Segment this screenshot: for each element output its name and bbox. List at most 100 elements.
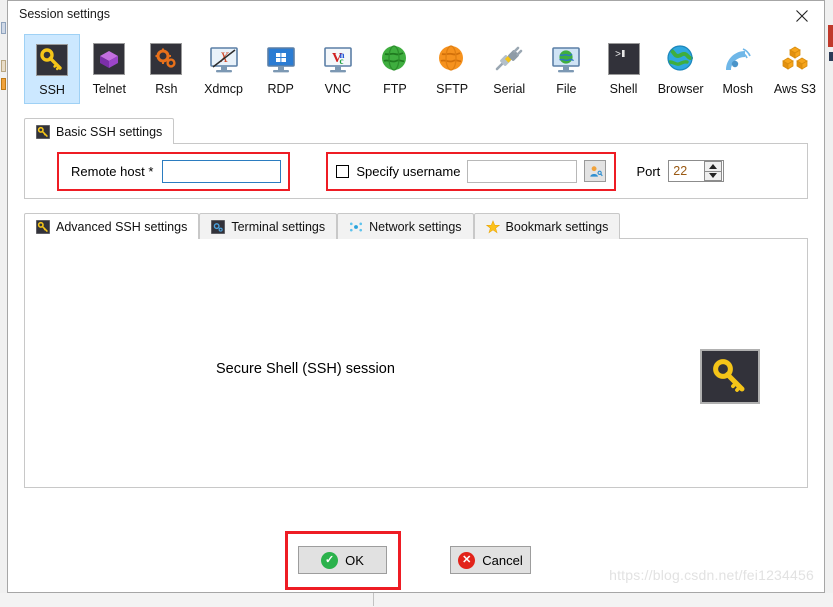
session-type-vnc[interactable]: V n c VNC — [310, 34, 366, 104]
remote-host-input[interactable] — [162, 159, 282, 183]
port-control: Port 22 — [636, 160, 725, 182]
check-circle-icon: ✓ — [321, 551, 339, 569]
cancel-button[interactable]: ✕ Cancel — [450, 546, 531, 574]
user-key-icon — [590, 165, 603, 177]
session-type-shell[interactable]: > Shell — [595, 34, 651, 104]
session-type-label: Mosh — [722, 82, 754, 96]
specify-username-checkbox[interactable] — [336, 164, 350, 178]
session-large-key-icon — [700, 349, 760, 404]
session-type-rsh[interactable]: Rsh — [138, 34, 194, 104]
session-type-telnet[interactable]: Telnet — [81, 34, 137, 104]
port-value: 22 — [673, 164, 688, 178]
close-button[interactable] — [779, 1, 824, 31]
session-type-ssh[interactable]: SSH — [24, 34, 81, 104]
key-icon — [36, 44, 69, 76]
tab-advanced-ssh-settings[interactable]: Advanced SSH settings — [24, 213, 200, 239]
port-spinner[interactable] — [704, 161, 723, 181]
session-type-label: Shell — [609, 82, 638, 96]
basic-settings-panel: Remote host * Specify username Port 22 — [24, 143, 808, 199]
window-title: Session settings — [19, 7, 111, 21]
background-app-right-sliver — [824, 0, 833, 607]
gears-icon — [150, 43, 183, 75]
background-icon-1 — [1, 22, 6, 34]
remote-host-label: Remote host * — [71, 163, 154, 179]
specify-username-label: Specify username — [356, 163, 461, 179]
ok-button-label: OK — [345, 552, 364, 568]
background-marker-dark — [829, 52, 833, 61]
svg-text:>: > — [615, 50, 621, 61]
session-type-xdmcp[interactable]: X Xdmcp — [195, 34, 251, 104]
aws-boxes-icon — [779, 43, 811, 75]
browser-globe-icon — [665, 43, 697, 75]
chevron-down-icon — [709, 173, 718, 179]
windows-monitor-icon — [265, 43, 297, 75]
session-type-label: FTP — [383, 82, 407, 96]
x-monitor-icon: X — [208, 43, 240, 75]
advanced-settings-group: Advanced SSH settings Terminal settings — [24, 213, 808, 488]
session-type-label: Aws S3 — [773, 82, 816, 96]
session-type-file[interactable]: File — [538, 34, 594, 104]
session-type-label: Browser — [657, 82, 704, 96]
session-type-label: RDP — [267, 82, 294, 96]
remote-host-highlight: Remote host * — [57, 151, 291, 191]
session-settings-dialog: Session settings SSH Telnet Rsh Xdmcp RD… — [7, 0, 825, 593]
session-type-label: Serial — [493, 82, 526, 96]
username-input[interactable] — [467, 159, 578, 183]
key-icon — [713, 358, 745, 392]
cube-icon — [93, 43, 126, 75]
plug-icon — [493, 43, 525, 75]
key-icon — [36, 219, 50, 234]
session-type-mosh[interactable]: Mosh — [710, 34, 766, 104]
dialog-footer: ✓ OK ✕ Cancel https://blog.csdn.net/fei1… — [8, 520, 824, 594]
basic-settings-group: Basic SSH settings Remote host * Specify… — [24, 118, 808, 199]
bottom-background-strip — [0, 593, 833, 607]
title-bar: Session settings — [8, 1, 824, 32]
cancel-button-label: Cancel — [482, 552, 523, 568]
session-type-label: File — [556, 82, 577, 96]
svg-text:c: c — [339, 56, 343, 66]
sub-tab-row: Advanced SSH settings Terminal settings — [24, 213, 808, 239]
background-icon-3 — [1, 78, 6, 90]
close-icon — [795, 10, 808, 22]
ok-button[interactable]: ✓ OK — [298, 546, 387, 574]
session-type-browser[interactable]: Browser — [653, 34, 709, 104]
session-type-label: Rsh — [155, 82, 178, 96]
session-type-label: VNC — [324, 82, 351, 96]
tab-basic-ssh-settings[interactable]: Basic SSH settings — [24, 118, 175, 144]
session-description-panel: Secure Shell (SSH) session — [24, 238, 808, 488]
tab-label: Advanced SSH settings — [56, 219, 188, 234]
session-type-aws-s3[interactable]: Aws S3 — [767, 34, 823, 104]
session-type-ftp[interactable]: FTP — [367, 34, 423, 104]
session-type-label: SSH — [39, 83, 65, 97]
session-type-rdp[interactable]: RDP — [253, 34, 309, 104]
tab-label: Network settings — [369, 219, 462, 234]
user-picker-button[interactable] — [584, 160, 607, 182]
key-icon — [36, 124, 50, 139]
tab-terminal-settings[interactable]: Terminal settings — [199, 213, 338, 239]
chevron-up-icon — [709, 163, 718, 169]
watermark: https://blog.csdn.net/fei1234456 — [609, 567, 814, 583]
session-type-label: Xdmcp — [204, 82, 243, 96]
x-circle-icon: ✕ — [458, 551, 476, 569]
tab-label: Basic SSH settings — [56, 124, 163, 139]
specify-username-highlight: Specify username — [326, 151, 617, 191]
session-description: Secure Shell (SSH) session — [216, 361, 395, 377]
terminal-gear-icon — [211, 219, 226, 234]
tab-label: Terminal settings — [231, 219, 326, 234]
terminal-icon: > — [607, 43, 640, 75]
session-type-sftp[interactable]: SFTP — [424, 34, 480, 104]
port-spinner-up[interactable] — [704, 161, 723, 171]
port-label: Port — [636, 163, 661, 179]
background-icon-2 — [1, 60, 6, 72]
tab-bookmark-settings[interactable]: Bookmark settings — [473, 213, 621, 239]
session-type-label: Telnet — [92, 82, 126, 96]
network-nodes-icon — [350, 222, 363, 231]
screen: Session settings SSH Telnet Rsh Xdmcp RD… — [0, 0, 833, 607]
green-globe-icon — [379, 43, 411, 75]
port-spinner-down[interactable] — [704, 170, 723, 181]
session-type-serial[interactable]: Serial — [481, 34, 537, 104]
session-type-label: SFTP — [436, 82, 469, 96]
tab-network-settings[interactable]: Network settings — [337, 213, 474, 239]
basic-settings-row: Remote host * Specify username Port 22 — [25, 144, 807, 198]
port-field[interactable]: 22 — [668, 160, 725, 182]
